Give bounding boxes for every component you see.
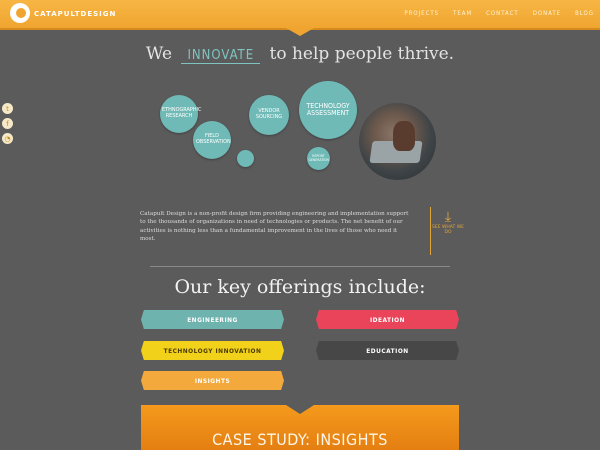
offerings-title: Our key offerings include: xyxy=(174,276,426,298)
ideation-button[interactable]: IDEATION xyxy=(316,310,459,329)
site-header: CATAPULTDESIGN PROJECTS TEAM CONTACT DON… xyxy=(0,0,600,30)
nav-contact[interactable]: CONTACT xyxy=(486,10,519,17)
tagline-before: We xyxy=(145,44,173,64)
nav-team[interactable]: TEAM xyxy=(453,10,472,17)
case-study-notch xyxy=(286,405,314,414)
bubble-field-observation[interactable]: FIELD OBSERVATION xyxy=(193,121,231,159)
social-links: t f ◔ xyxy=(2,103,13,144)
about-paragraph: Catapult Design is a non-profit design f… xyxy=(140,211,409,243)
bubble-vendor-sourcing[interactable]: VENDOR SOURCING xyxy=(249,95,289,135)
tagline-highlight: INNOVATE xyxy=(181,48,261,64)
logo-text[interactable]: CATAPULTDESIGN xyxy=(34,10,116,18)
rss-icon[interactable]: ◔ xyxy=(2,133,13,144)
download-arrow-icon: ⤓ xyxy=(444,209,452,225)
technology-innovation-button[interactable]: TECHNOLOGY INNOVATION xyxy=(141,341,284,360)
nav-donate[interactable]: DONATE xyxy=(533,10,561,17)
twitter-icon[interactable]: t xyxy=(2,103,13,114)
header-notch xyxy=(286,28,314,36)
tagline: We INNOVATE to help people thrive. xyxy=(0,44,600,64)
field-photo xyxy=(359,103,436,180)
engineering-button[interactable]: ENGINEERING xyxy=(141,310,284,329)
see-what-label: SEE WHAT WE DO xyxy=(431,225,464,235)
catapult-logo-icon[interactable] xyxy=(10,3,30,23)
nav-projects[interactable]: PROJECTS xyxy=(404,10,439,17)
tagline-after: to help people thrive. xyxy=(269,44,455,64)
bubble-ethnographic-research[interactable]: ETHNOGRAPHIC RESEARCH xyxy=(160,95,202,133)
education-button[interactable]: EDUCATION xyxy=(316,341,459,360)
see-what-we-do-link[interactable]: ⤓ SEE WHAT WE DO xyxy=(430,207,465,255)
case-study-title[interactable]: CASE STUDY: INSIGHTS xyxy=(141,430,459,449)
facebook-icon[interactable]: f xyxy=(2,118,13,129)
bubble-technology-assessment[interactable]: TECHNOLOGY ASSESSMENT xyxy=(299,81,357,139)
bubble-small xyxy=(237,150,254,167)
bubble-report-generation[interactable]: REPORT GENERATION xyxy=(307,147,330,170)
insights-button[interactable]: INSIGHTS xyxy=(141,371,284,390)
section-divider xyxy=(150,266,450,267)
photo-hand xyxy=(393,121,415,151)
main-nav: PROJECTS TEAM CONTACT DONATE BLOG xyxy=(404,10,594,17)
nav-blog[interactable]: BLOG xyxy=(575,10,594,17)
